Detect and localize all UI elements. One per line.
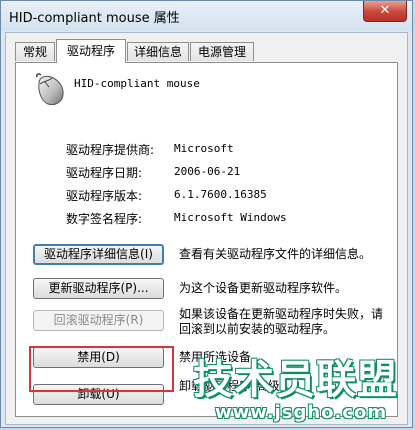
watermark-brand: 技术员联盟 — [193, 357, 398, 403]
signer-label: 数字签名程序: — [66, 212, 143, 226]
tab-driver[interactable]: 驱动程序 — [56, 39, 126, 63]
close-icon: ✕ — [379, 3, 391, 18]
device-name: HID-compliant mouse — [74, 77, 200, 90]
tab-power-management[interactable]: 电源管理 — [190, 42, 254, 61]
mouse-icon — [36, 73, 64, 106]
date-label: 驱动程序日期: — [66, 166, 143, 180]
rollback-driver-desc-line2: 回滚到以前安装的驱动程序。 — [179, 322, 336, 336]
driver-details-button[interactable]: 驱动程序详细信息(I) — [33, 244, 164, 265]
watermark-url: www.jsgho.com — [215, 402, 388, 423]
date-value: 2006-06-21 — [174, 165, 241, 178]
rollback-driver-desc-line1: 如果该设备在更新驱动程序时失败，请 — [179, 307, 384, 321]
rollback-driver-button[interactable]: 回滚驱动程序(R) — [33, 310, 164, 331]
close-button[interactable]: ✕ — [363, 1, 407, 22]
update-driver-button[interactable]: 更新驱动程序(P)... — [33, 278, 164, 299]
provider-value: Microsoft — [174, 142, 234, 155]
signer-value: Microsoft Windows — [174, 211, 287, 224]
driver-details-desc: 查看有关驱动程序文件的详细信息。 — [179, 247, 372, 261]
site-watermark: 技术员联盟 www.jsgho.com — [193, 358, 397, 424]
update-driver-desc: 为这个设备更新驱动程序软件。 — [179, 281, 348, 295]
version-value: 6.1.7600.16385 — [174, 188, 267, 201]
title-bar[interactable]: HID-compliant mouse 属性 ✕ — [1, 1, 412, 31]
tab-general[interactable]: 常规 — [15, 42, 55, 61]
version-label: 驱动程序版本: — [66, 189, 143, 203]
tab-details[interactable]: 详细信息 — [127, 42, 189, 61]
provider-label: 驱动程序提供商: — [66, 143, 155, 157]
uninstall-highlight-box — [29, 346, 174, 392]
window-title: HID-compliant mouse 属性 — [9, 11, 180, 26]
